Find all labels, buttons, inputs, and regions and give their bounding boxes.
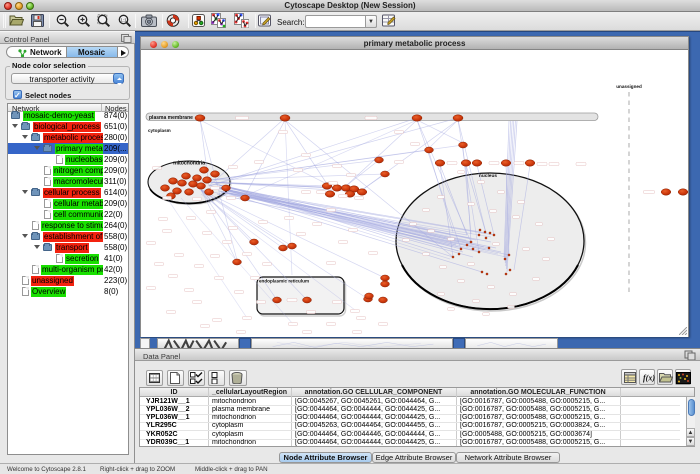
svg-text:f(x): f(x) xyxy=(643,374,655,383)
svg-text:endoplasmic reticulum: endoplasmic reticulum xyxy=(259,279,309,284)
svg-text:1:1: 1:1 xyxy=(120,18,127,23)
svg-text:unassigned: unassigned xyxy=(616,84,642,89)
svg-text:mitochondria: mitochondria xyxy=(173,161,206,167)
svg-text:plasma membrane: plasma membrane xyxy=(149,115,193,121)
svg-text:nucleus: nucleus xyxy=(479,173,497,179)
svg-text:cytoplasm: cytoplasm xyxy=(148,128,171,133)
